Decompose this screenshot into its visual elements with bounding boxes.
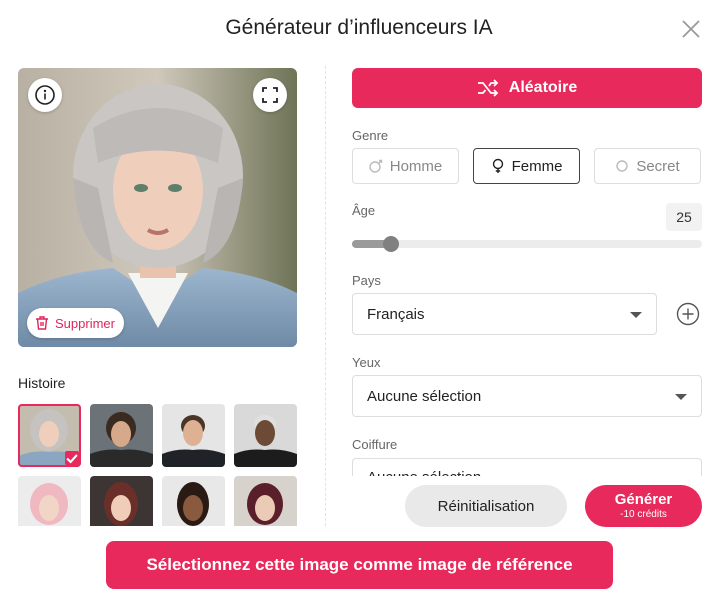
close-icon[interactable] bbox=[680, 18, 702, 40]
gender-option-label: Secret bbox=[636, 157, 680, 175]
preview-image: Supprimer bbox=[18, 68, 297, 347]
eyes-select[interactable]: Aucune sélection bbox=[352, 375, 702, 417]
delete-label: Supprimer bbox=[55, 315, 115, 331]
eyes-value: Aucune sélection bbox=[367, 387, 482, 405]
male-icon bbox=[369, 159, 382, 173]
panel-divider bbox=[325, 66, 326, 526]
history-thumbnail[interactable] bbox=[18, 404, 81, 467]
country-select[interactable]: Français bbox=[352, 293, 657, 335]
history-thumbnail[interactable] bbox=[18, 476, 81, 526]
country-label: Pays bbox=[352, 273, 381, 288]
trash-icon bbox=[36, 316, 48, 330]
generate-label: Générer bbox=[614, 491, 673, 508]
history-thumbnail[interactable] bbox=[90, 404, 153, 467]
info-button[interactable] bbox=[28, 78, 62, 112]
generate-button[interactable]: Générer -10 crédits bbox=[585, 485, 702, 527]
gender-option-label: Femme bbox=[511, 157, 563, 175]
country-value: Français bbox=[367, 305, 425, 323]
history-thumbnail[interactable] bbox=[234, 476, 297, 526]
expand-icon bbox=[262, 87, 278, 103]
age-value: 25 bbox=[666, 203, 702, 231]
history-thumbnail[interactable] bbox=[162, 476, 225, 526]
gender-option-femme[interactable]: Femme bbox=[473, 148, 580, 184]
check-icon bbox=[66, 453, 78, 464]
history-thumbnail[interactable] bbox=[162, 404, 225, 467]
gender-option-secret[interactable]: Secret bbox=[594, 148, 701, 184]
age-slider-handle[interactable] bbox=[383, 236, 399, 252]
gender-option-homme[interactable]: Homme bbox=[352, 148, 459, 184]
generate-cost: -10 crédits bbox=[620, 509, 667, 520]
fullscreen-button[interactable] bbox=[253, 78, 287, 112]
chevron-down-icon bbox=[675, 394, 687, 400]
history-thumbnail[interactable] bbox=[234, 404, 297, 467]
random-label: Aléatoire bbox=[508, 79, 578, 96]
plus-circle-icon[interactable] bbox=[676, 302, 700, 326]
history-thumbnail[interactable] bbox=[90, 476, 153, 526]
gender-option-label: Homme bbox=[389, 157, 443, 175]
chevron-down-icon bbox=[630, 312, 642, 318]
eyes-label: Yeux bbox=[352, 355, 381, 370]
random-button[interactable]: Aléatoire bbox=[352, 68, 702, 108]
selected-check bbox=[65, 451, 79, 465]
info-icon bbox=[35, 85, 55, 105]
dialog-title: Générateur d’influenceurs IA bbox=[225, 16, 493, 39]
portrait-image bbox=[18, 68, 297, 347]
set-reference-button[interactable]: Sélectionnez cette image comme image de … bbox=[106, 541, 613, 589]
shuffle-icon bbox=[477, 79, 499, 97]
reset-button[interactable]: Réinitialisation bbox=[405, 485, 567, 527]
age-slider[interactable] bbox=[352, 236, 702, 252]
history-label: Histoire bbox=[18, 375, 66, 391]
delete-button[interactable]: Supprimer bbox=[27, 308, 124, 338]
gender-label: Genre bbox=[352, 128, 389, 143]
age-label: Âge bbox=[352, 203, 376, 218]
circle-icon bbox=[616, 160, 629, 172]
female-icon bbox=[492, 158, 503, 173]
history-grid bbox=[18, 404, 298, 526]
hairstyle-label: Coiffure bbox=[352, 437, 398, 452]
